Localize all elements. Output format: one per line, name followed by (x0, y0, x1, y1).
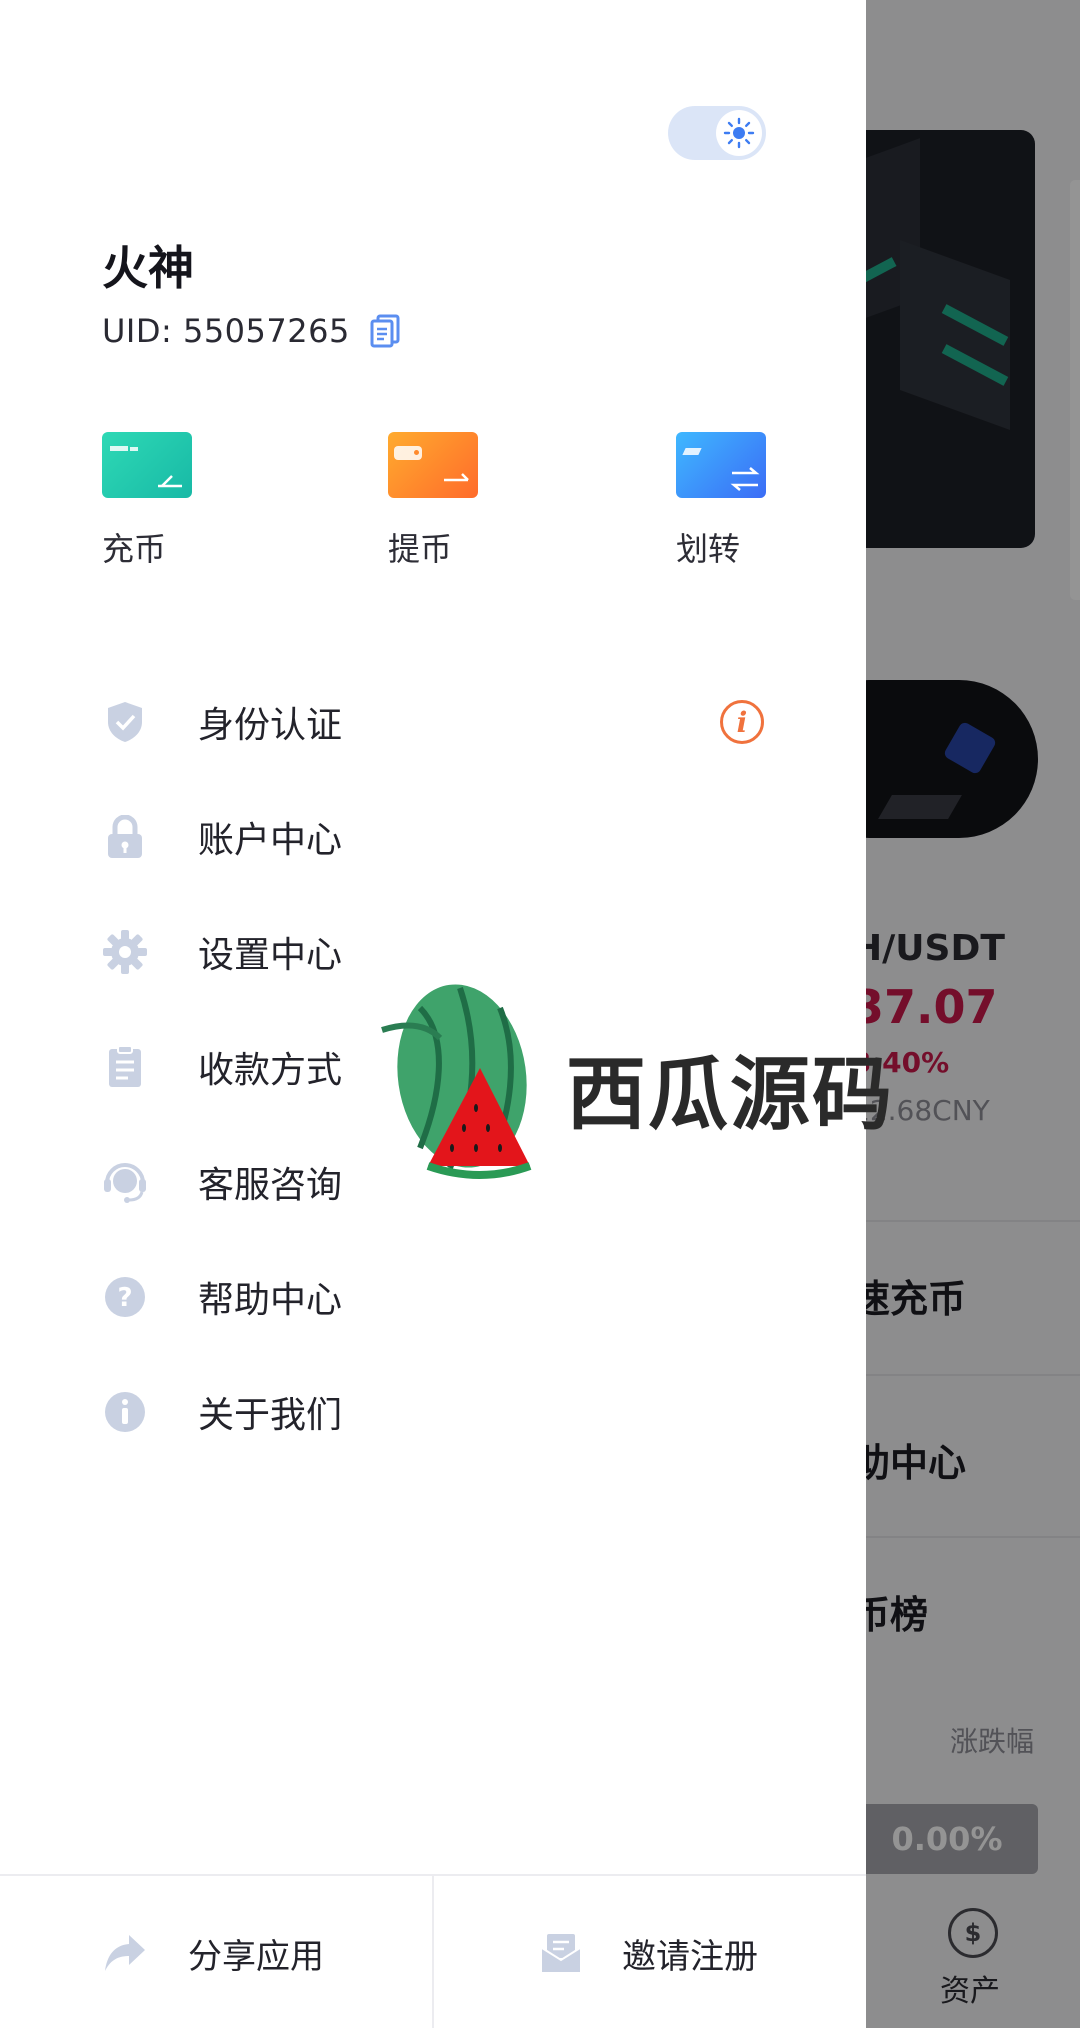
watermark: 西瓜源码 (380, 978, 892, 1188)
menu-item-account-center[interactable]: 账户中心 (0, 787, 866, 887)
shield-check-icon (102, 699, 148, 745)
sun-icon (716, 110, 762, 156)
invite-register-label: 邀请注册 (622, 1936, 758, 1977)
withdraw-card-icon (388, 432, 478, 498)
transfer-card-icon (676, 432, 766, 498)
menu-item-identity-verification[interactable]: 身份认证 i (0, 672, 866, 772)
transfer-button[interactable]: 划转 (676, 432, 816, 572)
uid-text: UID: 55057265 (102, 312, 350, 350)
watermelon-logo-icon (381, 984, 532, 1179)
share-app-button[interactable]: 分享应用 (0, 1876, 432, 2028)
menu-item-about-us[interactable]: 关于我们 (0, 1362, 866, 1462)
theme-toggle[interactable] (668, 106, 766, 160)
svg-text:?: ? (117, 1283, 132, 1313)
menu-label: 身份认证 (198, 705, 343, 746)
question-icon: ? (102, 1274, 148, 1320)
menu-label: 账户中心 (198, 820, 343, 861)
copy-icon[interactable] (370, 314, 400, 348)
menu-item-help-center[interactable]: ? 帮助中心 (0, 1247, 866, 1347)
menu-label: 帮助中心 (198, 1280, 343, 1321)
username: 火神 (102, 241, 194, 295)
clipboard-icon (102, 1044, 148, 1090)
quick-actions: 充币 提币 划转 (0, 432, 866, 572)
headset-icon (102, 1159, 148, 1205)
deposit-button[interactable]: 充币 (102, 432, 242, 572)
invite-register-button[interactable]: 邀请注册 (434, 1876, 866, 2028)
info-icon (102, 1389, 148, 1435)
share-arrow-icon (102, 1930, 148, 1976)
menu-label: 设置中心 (198, 935, 343, 976)
menu-label: 客服咨询 (198, 1165, 343, 1206)
warning-info-icon[interactable]: i (720, 700, 764, 744)
deposit-label: 充币 (102, 530, 167, 568)
share-app-label: 分享应用 (188, 1936, 324, 1977)
menu-label: 收款方式 (198, 1050, 343, 1091)
withdraw-button[interactable]: 提币 (388, 432, 528, 572)
uid-row: UID: 55057265 (102, 312, 400, 350)
menu-label: 关于我们 (198, 1395, 343, 1436)
withdraw-label: 提币 (388, 530, 453, 568)
lock-icon (102, 814, 148, 860)
watermark-text: 西瓜源码 (566, 1048, 894, 1141)
transfer-label: 划转 (676, 530, 741, 568)
gear-icon (102, 929, 148, 975)
drawer-bottom-bar: 分享应用 邀请注册 (0, 1874, 866, 2028)
deposit-card-icon (102, 432, 192, 498)
invite-envelope-icon (538, 1930, 584, 1976)
